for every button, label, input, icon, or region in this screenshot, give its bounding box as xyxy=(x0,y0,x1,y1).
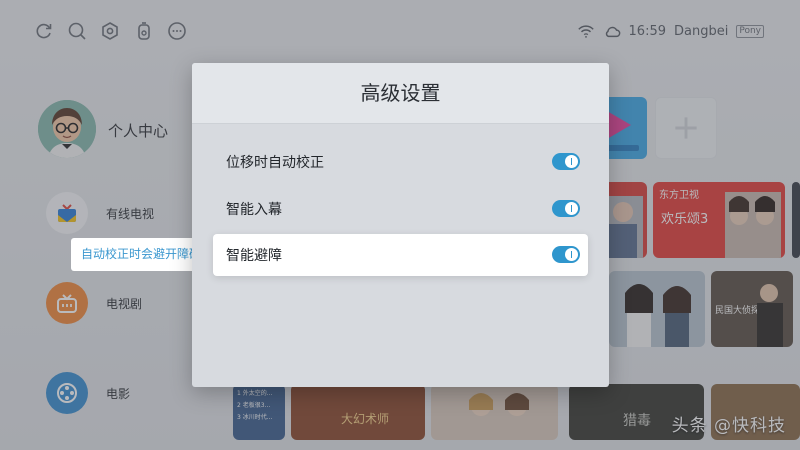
toggle-knob xyxy=(565,155,578,168)
setting-label: 位移时自动校正 xyxy=(226,155,324,171)
setting-row-obstacle-avoidance[interactable]: 智能避障 xyxy=(213,234,588,276)
setting-row-auto-correct[interactable]: 位移时自动校正 xyxy=(213,141,588,183)
toggle-knob xyxy=(565,248,578,261)
setting-label: 智能避障 xyxy=(226,248,282,264)
dialog-title: 高级设置 xyxy=(192,63,609,124)
advanced-settings-dialog: 高级设置 位移时自动校正 智能入幕 智能避障 xyxy=(192,63,609,387)
setting-row-smart-fit[interactable]: 智能入幕 xyxy=(213,188,588,230)
obstacle-avoidance-toggle[interactable] xyxy=(552,246,580,263)
smart-fit-toggle[interactable] xyxy=(552,200,580,217)
setting-label: 智能入幕 xyxy=(226,202,282,218)
hint-tooltip: 自动校正时会避开障碍 xyxy=(71,238,219,271)
auto-correct-toggle[interactable] xyxy=(552,153,580,170)
toggle-knob xyxy=(565,202,578,215)
